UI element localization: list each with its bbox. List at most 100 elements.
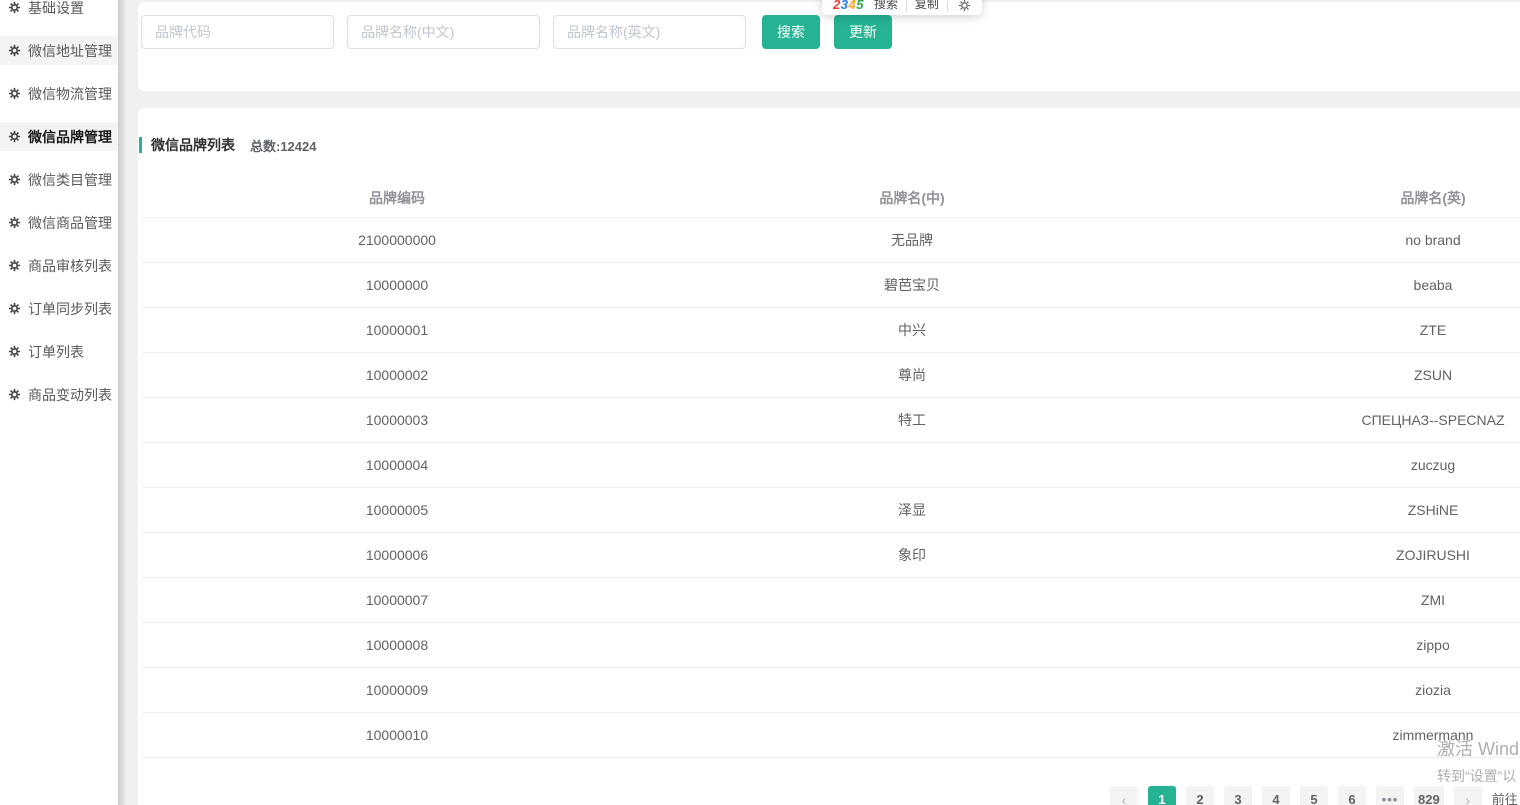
brand-name-en-input[interactable] <box>553 15 746 49</box>
pagination-page-829[interactable]: 829 <box>1414 786 1444 805</box>
brand-name-cn-cell <box>652 577 1172 623</box>
table-title: 微信品牌列表 <box>151 137 235 153</box>
brand-name-en-cell: ziozia <box>1172 667 1520 713</box>
gear-icon <box>8 130 21 143</box>
popup-2345-logo: 2345 <box>833 0 864 12</box>
brand-table: 品牌编码 品牌名(中) 品牌名(英) 2100000000 无品牌 no brand… <box>142 180 1520 758</box>
brand-code-cell: 10000004 <box>142 442 652 488</box>
pagination-next-button[interactable]: › <box>1453 786 1482 805</box>
table-row: 10000005 泽显 ZSHiNE <box>142 487 1520 533</box>
gear-icon <box>8 302 21 315</box>
brand-code-cell: 10000002 <box>142 352 652 398</box>
sidebar-item-微信物流管理[interactable]: 微信物流管理 <box>0 79 118 108</box>
gear-icon <box>8 216 21 229</box>
brand-name-cn-cell: 碧芭宝贝 <box>652 262 1172 308</box>
pagination-prev-button[interactable]: ‹ <box>1110 786 1138 805</box>
brand-code-input[interactable] <box>141 15 334 49</box>
brand-name-cn-input[interactable] <box>347 15 540 49</box>
column-header-brand-code: 品牌编码 <box>142 180 652 218</box>
pagination-page-3[interactable]: 3 <box>1224 786 1252 805</box>
gear-icon <box>8 345 21 358</box>
column-header-brand-name-cn: 品牌名(中) <box>652 180 1172 218</box>
search-row: 搜索 更新 <box>141 15 892 49</box>
brand-code-cell: 10000006 <box>142 532 652 578</box>
search-button[interactable]: 搜索 <box>762 15 820 49</box>
brand-name-cn-cell <box>652 622 1172 668</box>
brand-name-en-cell: ZTE <box>1172 307 1520 353</box>
search-card: 搜索 更新 <box>138 2 1520 91</box>
column-header-brand-name-en: 品牌名(英) <box>1172 180 1520 218</box>
table-row: 2100000000 无品牌 no brand <box>142 217 1520 263</box>
sidebar-item-label: 商品变动列表 <box>28 386 112 403</box>
pagination-goto-label: 前往 <box>1491 792 1518 805</box>
sidebar-item-微信商品管理[interactable]: 微信商品管理 <box>0 208 118 237</box>
popup-divider: | <box>945 0 949 12</box>
table-row: 10000010 zimmermann <box>142 712 1520 758</box>
pagination-page-5[interactable]: 5 <box>1300 786 1328 805</box>
sidebar-item-label: 订单列表 <box>28 343 84 360</box>
sidebar-item-label: 微信商品管理 <box>28 214 112 231</box>
sidebar-item-label: 订单同步列表 <box>28 300 112 317</box>
brand-name-cn-cell <box>652 667 1172 713</box>
gear-icon <box>8 388 21 401</box>
brand-code-cell: 10000009 <box>142 667 652 713</box>
brand-name-en-cell: beaba <box>1172 262 1520 308</box>
pagination-page-6[interactable]: 6 <box>1338 786 1366 805</box>
brand-code-cell: 2100000000 <box>142 217 652 263</box>
update-button[interactable]: 更新 <box>834 15 892 49</box>
brand-code-cell: 10000010 <box>142 712 652 758</box>
brand-name-cn-cell: 无品牌 <box>652 217 1172 263</box>
sidebar-item-商品变动列表[interactable]: 商品变动列表 <box>0 380 118 409</box>
popup-search-link[interactable]: 搜索 <box>874 0 898 12</box>
sidebar-scrollbar[interactable] <box>118 0 126 805</box>
pagination-page-4[interactable]: 4 <box>1262 786 1290 805</box>
table-row: 10000004 zuczug <box>142 442 1520 488</box>
pagination-more-pages[interactable]: ••• <box>1376 786 1404 805</box>
gear-icon <box>8 259 21 272</box>
sidebar-item-label: 微信品牌管理 <box>28 128 112 145</box>
sidebar-item-label: 商品审核列表 <box>28 257 112 274</box>
pagination-page-2[interactable]: 2 <box>1186 786 1214 805</box>
sidebar-item-label: 基础设置 <box>28 0 84 16</box>
gear-icon <box>8 1 21 14</box>
sidebar-item-微信地址管理[interactable]: 微信地址管理 <box>0 36 118 65</box>
brand-code-cell: 10000007 <box>142 577 652 623</box>
sidebar-item-商品审核列表[interactable]: 商品审核列表 <box>0 251 118 280</box>
table-row: 10000007 ZMI <box>142 577 1520 623</box>
sidebar-item-微信类目管理[interactable]: 微信类目管理 <box>0 165 118 194</box>
brand-name-en-cell: no brand <box>1172 217 1520 263</box>
title-accent-bar <box>139 137 142 153</box>
brand-name-en-cell: ZSHiNE <box>1172 487 1520 533</box>
brand-name-en-cell: zippo <box>1172 622 1520 668</box>
brand-name-en-cell: zuczug <box>1172 442 1520 488</box>
brand-name-cn-cell: 泽显 <box>652 487 1172 533</box>
brand-name-cn-cell <box>652 442 1172 488</box>
sidebar-nav: 基础设置 微信地址管理 微信物流管理 微信品牌管理 微信类目管理 微信商品管理 … <box>0 0 118 409</box>
gear-icon <box>8 44 21 57</box>
sidebar: 基础设置 微信地址管理 微信物流管理 微信品牌管理 微信类目管理 微信商品管理 … <box>0 0 118 805</box>
brand-name-cn-cell: 象印 <box>652 532 1172 578</box>
gear-icon <box>8 87 21 100</box>
table-row: 10000001 中兴 ZTE <box>142 307 1520 353</box>
sidebar-item-订单同步列表[interactable]: 订单同步列表 <box>0 294 118 323</box>
popup-settings-icon[interactable] <box>958 0 971 12</box>
table-row: 10000006 象印 ZOJIRUSHI <box>142 532 1520 578</box>
sidebar-item-基础设置[interactable]: 基础设置 <box>0 0 118 22</box>
sidebar-item-订单列表[interactable]: 订单列表 <box>0 337 118 366</box>
brand-code-cell: 10000000 <box>142 262 652 308</box>
sidebar-item-label: 微信类目管理 <box>28 171 112 188</box>
sidebar-item-label: 微信地址管理 <box>28 42 112 59</box>
brand-name-en-cell: ZOJIRUSHI <box>1172 532 1520 578</box>
brand-name-en-cell: ZMI <box>1172 577 1520 623</box>
pagination: ‹ 1 2 3 4 5 6 ••• 829 › 前往 <box>1110 786 1518 805</box>
table-row: 10000002 尊尚 ZSUN <box>142 352 1520 398</box>
sidebar-item-微信品牌管理[interactable]: 微信品牌管理 <box>0 122 118 151</box>
brand-list-card: 微信品牌列表 总数:12424 品牌编码 品牌名(中) 品牌名(英) 21000… <box>138 108 1520 805</box>
sidebar-item-label: 微信物流管理 <box>28 85 112 102</box>
pagination-page-1[interactable]: 1 <box>1148 786 1176 805</box>
brand-name-cn-cell: 中兴 <box>652 307 1172 353</box>
brand-code-cell: 10000005 <box>142 487 652 533</box>
popup-copy-link[interactable]: 复制 <box>915 0 939 12</box>
brand-name-en-cell: ZSUN <box>1172 352 1520 398</box>
table-row: 10000008 zippo <box>142 622 1520 668</box>
